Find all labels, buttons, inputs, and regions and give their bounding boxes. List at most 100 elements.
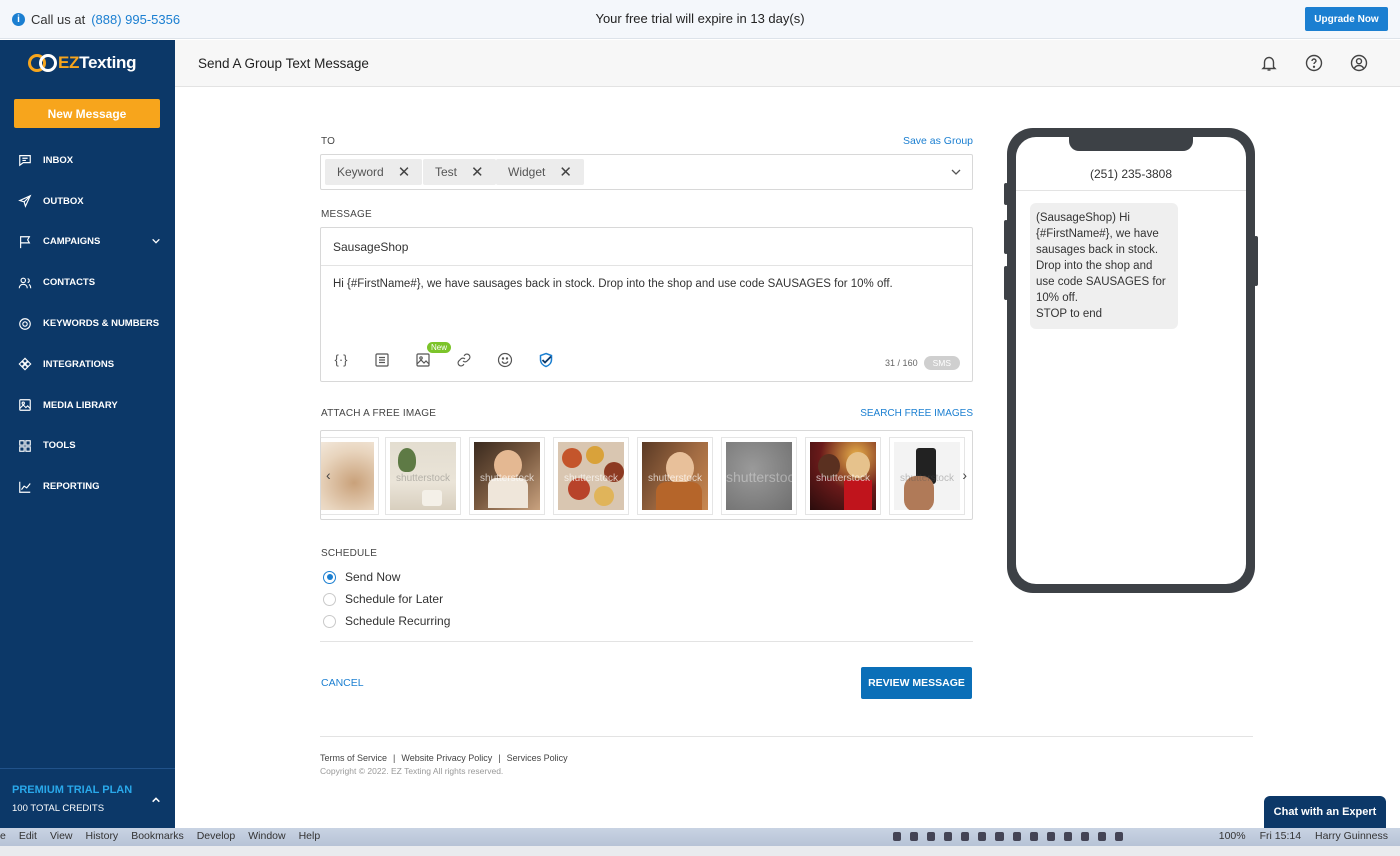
os-menu-item[interactable]: Window — [248, 830, 285, 842]
shutterstock-watermark: shutterstock — [396, 473, 450, 484]
os-menu-item[interactable]: Edit — [19, 830, 37, 842]
sidebar-item-keywords-numbers[interactable]: KEYWORDS & NUMBERS — [0, 303, 175, 344]
sidebar-nav: INBOX OUTBOX CAMPAIGNS CONTACTS KEYWORDS… — [0, 140, 175, 507]
image-thumbnail[interactable]: shutterstock — [385, 437, 461, 515]
os-status: 100% Fri 15:14 Harry Guinness — [1219, 830, 1388, 842]
phone-notch — [1069, 135, 1193, 151]
os-menu-item[interactable]: View — [50, 830, 73, 842]
target-icon — [19, 317, 31, 330]
schedule-option-recurring[interactable]: Schedule Recurring — [323, 614, 450, 628]
merge-field-icon[interactable]: {·} — [333, 352, 349, 368]
attach-image-label: ATTACH A FREE IMAGE — [321, 408, 437, 419]
upgrade-now-button[interactable]: Upgrade Now — [1305, 7, 1388, 31]
chevron-down-icon[interactable] — [950, 166, 962, 178]
radio-label: Schedule Recurring — [345, 614, 451, 628]
status-tray-icons[interactable] — [893, 832, 1124, 842]
user-account-icon[interactable] — [1350, 54, 1368, 72]
sidebar-item-label: TOOLS — [43, 440, 76, 452]
plan-title: PREMIUM TRIAL PLAN — [12, 784, 133, 796]
inbox-icon — [19, 155, 31, 167]
os-menu-item[interactable]: Develop — [197, 830, 236, 842]
sidebar-item-label: MEDIA LIBRARY — [43, 399, 118, 411]
sidebar-item-outbox[interactable]: OUTBOX — [0, 181, 175, 222]
media-attach-control[interactable]: New — [415, 342, 452, 368]
radio-selected[interactable] — [323, 570, 336, 584]
cancel-button[interactable]: CANCEL — [321, 677, 364, 689]
close-icon[interactable]: ✕ — [471, 163, 484, 181]
close-icon[interactable]: ✕ — [398, 163, 411, 181]
chevron-left-icon[interactable]: ‹ — [326, 467, 331, 483]
shutterstock-watermark: shutterstock — [480, 473, 534, 484]
image-thumbnail[interactable]: shutterstock — [889, 437, 965, 515]
sidebar-item-inbox[interactable]: INBOX — [0, 140, 175, 181]
sender-name-field[interactable]: SausageShop — [321, 228, 972, 266]
radio-label: Schedule for Later — [345, 592, 444, 606]
new-message-button[interactable]: New Message — [14, 99, 160, 128]
page-header: Send A Group Text Message — [175, 40, 1400, 87]
sidebar-item-label: KEYWORDS & NUMBERS — [43, 318, 160, 330]
terms-link[interactable]: Terms of Service — [320, 753, 387, 763]
logo-texting: Texting — [79, 53, 137, 72]
bell-icon[interactable] — [1260, 54, 1278, 72]
new-badge: New — [427, 342, 452, 353]
chip-label: Widget — [508, 165, 546, 179]
chevron-down-icon[interactable] — [151, 236, 161, 246]
search-free-images-link[interactable]: SEARCH FREE IMAGES — [860, 408, 973, 419]
os-menus: e Edit View History Bookmarks Develop Wi… — [0, 830, 320, 842]
sidebar-item-label: CAMPAIGNS — [43, 236, 101, 248]
services-policy-link[interactable]: Services Policy — [507, 753, 568, 763]
recipients-field[interactable]: Keyword ✕ Test ✕ Widget ✕ — [320, 154, 973, 190]
trial-expiry-text: Your free trial will expire in 13 day(s) — [595, 11, 805, 26]
phone-preview: (251) 235-3808 (SausageShop) Hi {#FirstN… — [1004, 128, 1258, 593]
message-label: MESSAGE — [321, 209, 372, 220]
image-thumbnail[interactable]: shutterstock — [721, 437, 797, 515]
chat-with-expert-button[interactable]: Chat with an Expert — [1264, 796, 1386, 828]
sidebar-item-tools[interactable]: TOOLS — [0, 426, 175, 467]
image-thumbnail[interactable]: shutterstock — [637, 437, 713, 515]
logo-mark-icon — [28, 52, 58, 74]
image-thumbnail[interactable]: shutterstock — [805, 437, 881, 515]
image-thumbnail[interactable]: shutterstock — [469, 437, 545, 515]
sidebar-item-integrations[interactable]: INTEGRATIONS — [0, 344, 175, 385]
os-menu-item[interactable]: History — [86, 830, 119, 842]
ez-texting-logo[interactable]: EZTexting — [28, 52, 137, 74]
shutterstock-watermark: shutterstock — [726, 469, 792, 485]
battery-level[interactable]: 100% — [1219, 830, 1246, 842]
os-user[interactable]: Harry Guinness — [1315, 830, 1388, 842]
schedule-option-send-now[interactable]: Send Now — [323, 570, 400, 584]
link-icon[interactable] — [456, 352, 472, 368]
review-message-button[interactable]: REVIEW MESSAGE — [861, 667, 972, 699]
chevron-up-icon[interactable] — [151, 795, 161, 805]
plan-info[interactable]: PREMIUM TRIAL PLAN 100 TOTAL CREDITS — [0, 768, 175, 828]
help-icon[interactable] — [1305, 54, 1323, 72]
close-icon[interactable]: ✕ — [559, 163, 572, 181]
message-composer: SausageShop Hi {#FirstName#}, we have sa… — [320, 227, 973, 382]
sidebar-item-label: CONTACTS — [43, 277, 96, 289]
chevron-right-icon[interactable]: › — [962, 467, 967, 483]
message-body-field[interactable]: Hi {#FirstName#}, we have sausages back … — [333, 278, 893, 290]
divider — [320, 736, 1253, 737]
save-as-group-link[interactable]: Save as Group — [903, 135, 973, 147]
os-menu-item[interactable]: Help — [299, 830, 321, 842]
phone-side-button — [1004, 220, 1008, 254]
sidebar-item-label: INBOX — [43, 154, 74, 166]
privacy-link[interactable]: Website Privacy Policy — [401, 753, 492, 763]
paper-plane-icon — [18, 194, 32, 209]
sidebar-item-campaigns[interactable]: CAMPAIGNS — [0, 222, 175, 263]
os-menu-item[interactable]: e — [0, 830, 6, 842]
compliance-check-icon[interactable] — [538, 352, 554, 368]
clock[interactable]: Fri 15:14 — [1260, 830, 1301, 842]
logo-ez: EZ — [58, 53, 80, 72]
radio[interactable] — [323, 614, 336, 628]
sidebar-item-contacts[interactable]: CONTACTS — [0, 262, 175, 303]
radio[interactable] — [323, 592, 336, 606]
emoji-icon[interactable] — [497, 352, 513, 368]
sidebar-item-media-library[interactable]: MEDIA LIBRARY — [0, 385, 175, 426]
image-thumbnail[interactable]: shutterstock — [553, 437, 629, 515]
os-menu-item[interactable]: Bookmarks — [131, 830, 184, 842]
char-count: 31 / 160 — [885, 358, 918, 368]
schedule-option-later[interactable]: Schedule for Later — [323, 592, 443, 606]
sidebar-item-label: REPORTING — [43, 481, 100, 493]
sidebar-item-reporting[interactable]: REPORTING — [0, 466, 175, 507]
template-icon[interactable] — [374, 352, 390, 368]
